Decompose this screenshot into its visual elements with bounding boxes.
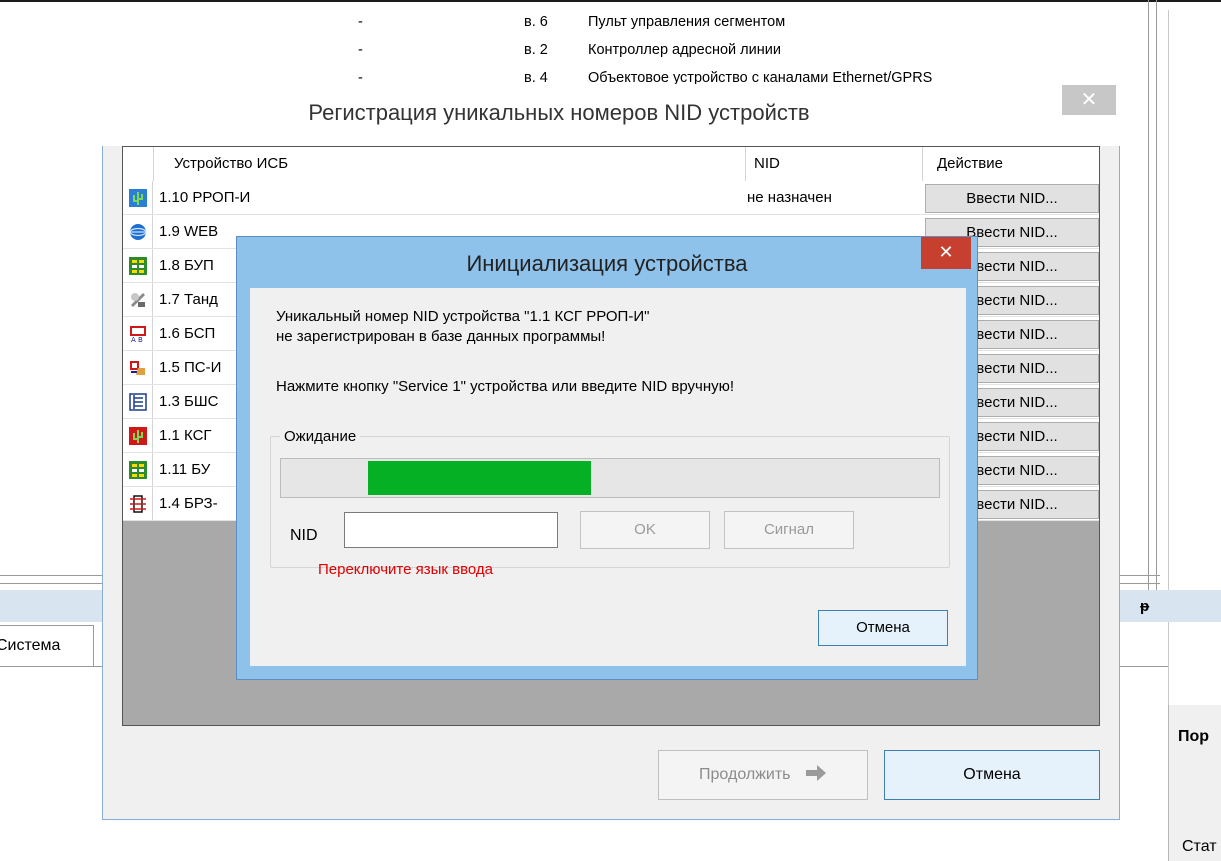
row-device-name: 1.10 РРОП-И xyxy=(159,189,251,206)
row-icon-cell: A B xyxy=(123,317,153,351)
bus-module-icon xyxy=(129,393,147,411)
table-row[interactable]: 1.10 РРОП-И не назначен Ввести NID... xyxy=(123,181,1099,215)
init-dialog-title: Инициализация устройства xyxy=(466,251,748,276)
header-nid[interactable]: NID xyxy=(746,147,923,181)
ok-button[interactable]: OK xyxy=(580,511,710,549)
row-device-name: 1.11 БУ xyxy=(159,461,211,478)
continue-button[interactable]: Продолжить xyxy=(658,750,868,800)
relay-block-icon xyxy=(130,495,146,513)
bg-right-panel-footer: Стат xyxy=(1182,838,1217,855)
bg-row-version: в. 6 xyxy=(524,14,548,30)
row-device-name: 1.5 ПС-И xyxy=(159,359,222,376)
row-device-name: 1.6 БСП xyxy=(159,325,216,342)
row-device-name: 1.1 КСГ xyxy=(159,427,212,444)
header-action[interactable]: Действие xyxy=(923,147,1099,181)
pin-icon[interactable]: ᵽ xyxy=(1140,598,1149,615)
cactus-red-icon xyxy=(129,427,147,445)
arrow-right-icon xyxy=(805,765,826,781)
signal-button[interactable]: Сигнал xyxy=(724,511,854,549)
close-button[interactable]: ✕ xyxy=(1062,85,1116,115)
grid-panel-icon xyxy=(129,461,147,479)
input-language-warning: Переключите язык ввода xyxy=(318,561,494,578)
enter-nid-button[interactable]: Ввести NID... xyxy=(925,184,1099,213)
row-icon-cell xyxy=(123,487,153,521)
device-table-header: Устройство ИСБ NID Действие xyxy=(123,147,1099,181)
row-device-name: 1.4 БРЗ- xyxy=(159,495,218,512)
row-icon-cell xyxy=(123,215,153,249)
alarm-hand-icon xyxy=(130,361,145,375)
row-icon-cell xyxy=(123,283,153,317)
nid-label: NID xyxy=(290,527,318,544)
continue-label: Продолжить xyxy=(699,766,791,783)
dialog-title: Регистрация уникальных номеров NID устро… xyxy=(308,100,810,125)
row-device-name: 1.8 БУП xyxy=(159,257,214,274)
init-cancel-button[interactable]: Отмена xyxy=(818,610,948,646)
row-icon-cell xyxy=(123,419,153,453)
row-icon-cell xyxy=(123,351,153,385)
bg-panel-border xyxy=(1156,0,1157,592)
header-icon-col xyxy=(123,147,154,181)
app-top-border xyxy=(0,0,1221,2)
bg-list-row: - в. 6 Пульт управления сегментом xyxy=(358,14,1118,34)
row-device-name: 1.9 WEB xyxy=(159,223,219,240)
row-icon-cell xyxy=(123,385,153,419)
globe-icon xyxy=(129,224,147,240)
bg-row-description: Контроллер адресной линии xyxy=(588,42,781,58)
bg-row-version: в. 2 xyxy=(524,42,548,58)
bg-list-row: - в. 2 Контроллер адресной линии xyxy=(358,42,1118,62)
header-device[interactable]: Устройство ИСБ xyxy=(154,147,746,181)
bg-right-panel-header: Пор xyxy=(1178,728,1210,745)
close-icon: ✕ xyxy=(938,242,954,262)
cactus-icon xyxy=(129,189,147,207)
row-device-name: 1.7 Танд xyxy=(159,291,218,308)
row-nid-value: не назначен xyxy=(747,189,832,206)
message-line-3: Нажмите кнопку "Service 1" устройства ил… xyxy=(276,378,735,395)
message-line-2: не зарегистрирован в базе данных програм… xyxy=(276,328,606,345)
bg-row-dash: - xyxy=(358,42,363,58)
row-icon-cell xyxy=(123,453,153,487)
satellite-icon xyxy=(131,293,145,307)
bg-row-description: Пульт управления сегментом xyxy=(588,14,786,30)
svg-text:A B: A B xyxy=(131,336,143,343)
close-icon: ✕ xyxy=(1080,89,1098,111)
bg-panel-border xyxy=(1148,0,1149,592)
row-icon-cell xyxy=(123,249,153,283)
waiting-progress-bar xyxy=(280,458,940,498)
progress-fill xyxy=(368,461,591,495)
waiting-group-label: Ожидание xyxy=(280,428,361,445)
grid-panel-icon xyxy=(129,257,147,275)
nid-input[interactable] xyxy=(344,512,558,548)
tab-system[interactable]: Система xyxy=(0,625,94,667)
outer-cancel-button[interactable]: Отмена xyxy=(884,750,1100,800)
init-close-button[interactable]: ✕ xyxy=(921,237,971,269)
row-device-name: 1.3 БШС xyxy=(159,393,219,410)
bg-row-dash: - xyxy=(358,14,363,30)
message-line-1: Уникальный номер NID устройства "1.1 КСГ… xyxy=(276,308,650,325)
ab-module-icon: A B xyxy=(130,326,146,343)
row-icon-cell xyxy=(123,181,153,215)
